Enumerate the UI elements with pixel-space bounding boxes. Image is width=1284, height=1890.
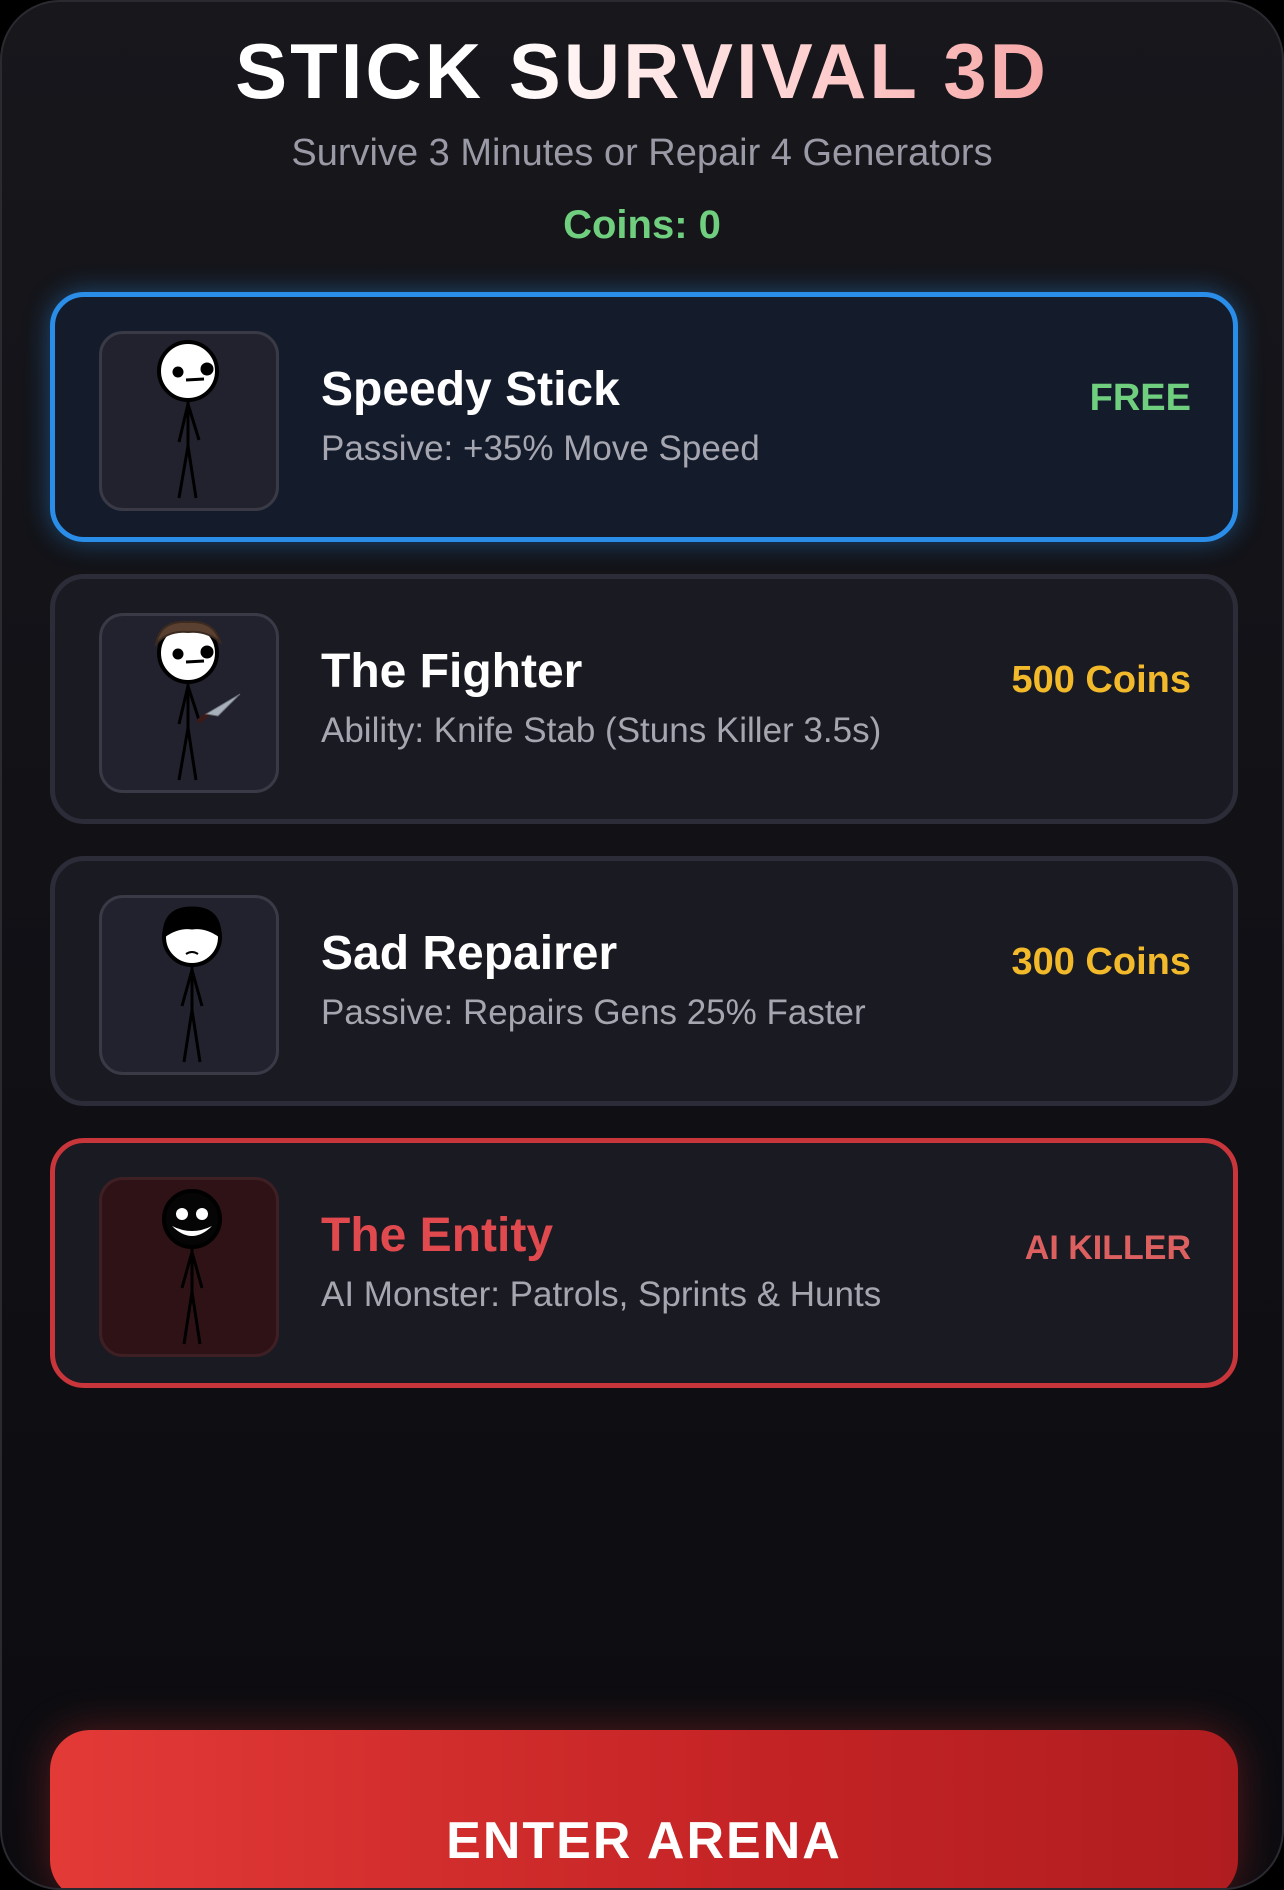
- character-description: Passive: +35% Move Speed: [321, 429, 760, 468]
- character-name: The Fighter: [321, 645, 583, 698]
- enter-arena-button[interactable]: ENTER ARENA: [50, 1730, 1238, 1888]
- ai-killer-badge: AI KILLER: [1024, 1229, 1191, 1267]
- character-price: 300 Coins: [1011, 941, 1191, 983]
- speedy-stick-avatar: [99, 331, 279, 511]
- character-price: FREE: [1089, 377, 1191, 419]
- character-name: Sad Repairer: [321, 927, 618, 980]
- character-price: 500 Coins: [1011, 659, 1191, 701]
- entity-avatar: [99, 1177, 279, 1357]
- character-card-the-fighter[interactable]: The Fighter Ability: Knife Stab (Stuns K…: [50, 574, 1238, 824]
- entity-monster-stick-figure-icon: [162, 1189, 222, 1345]
- coins-counter: Coins: 0: [563, 203, 721, 247]
- character-name: The Entity: [321, 1209, 554, 1262]
- character-description: Ability: Knife Stab (Stuns Killer 3.5s): [321, 711, 882, 750]
- character-card-speedy-stick[interactable]: Speedy Stick Passive: +35% Move Speed FR…: [50, 292, 1238, 542]
- character-description: Passive: Repairs Gens 25% Faster: [321, 993, 866, 1032]
- game-subtitle: Survive 3 Minutes or Repair 4 Generators: [291, 132, 993, 174]
- character-description: AI Monster: Patrols, Sprints & Hunts: [321, 1275, 882, 1314]
- character-card-sad-repairer[interactable]: Sad Repairer Passive: Repairs Gens 25% F…: [50, 856, 1238, 1106]
- sad-repairer-avatar: [99, 895, 279, 1075]
- fighter-avatar: [99, 613, 279, 793]
- fighter-stick-figure-with-knife-icon: [154, 620, 241, 781]
- character-name: Speedy Stick: [321, 363, 620, 416]
- speedy-stick-figure-icon: [157, 340, 219, 499]
- game-screen: STICK SURVIVAL 3D Survive 3 Minutes or R…: [0, 0, 1284, 1890]
- game-title: STICK SURVIVAL 3D: [2, 26, 1282, 116]
- character-card-the-entity: The Entity AI Monster: Patrols, Sprints …: [50, 1138, 1238, 1388]
- sad-repairer-stick-figure-icon: [162, 906, 222, 1063]
